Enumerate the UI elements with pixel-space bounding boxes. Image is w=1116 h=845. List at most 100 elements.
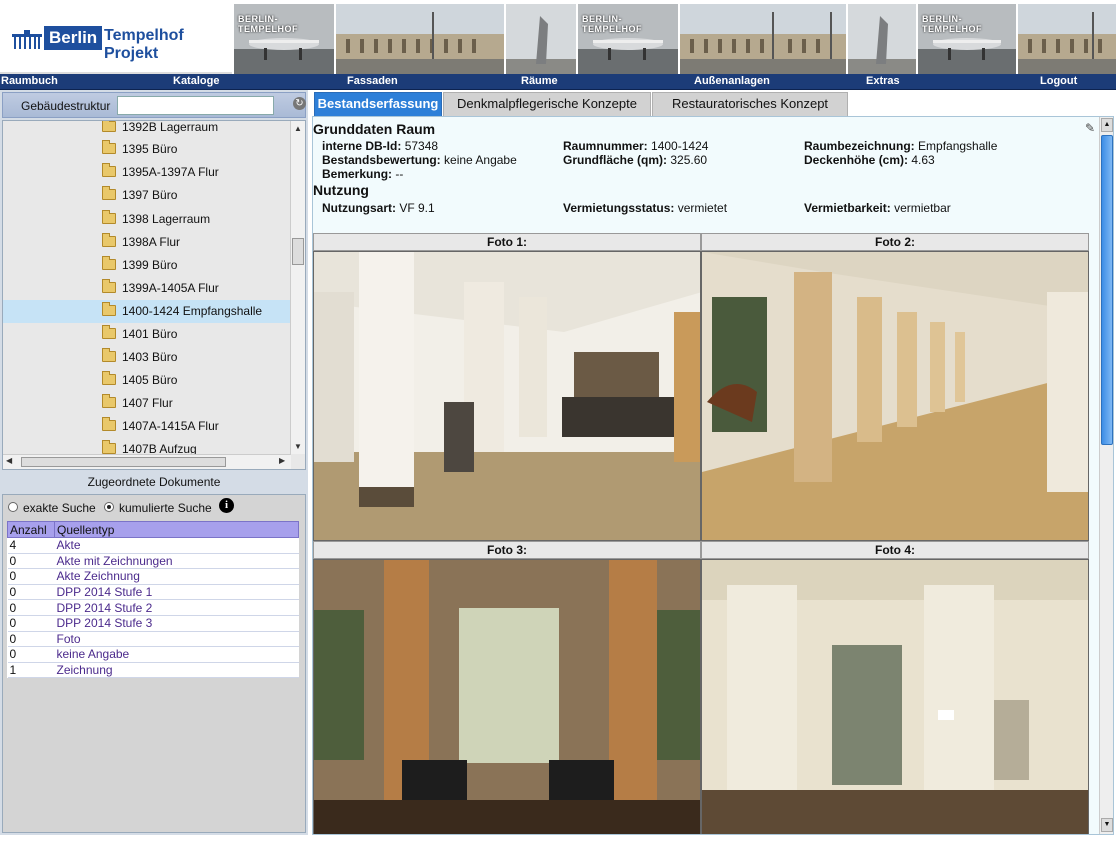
field-value: 4.63 bbox=[911, 153, 935, 167]
menu-extras[interactable]: Extras bbox=[866, 75, 900, 87]
field-label: Nutzungsart: bbox=[322, 201, 396, 215]
menu-kataloge[interactable]: Kataloge bbox=[173, 75, 219, 87]
scroll-up-icon[interactable]: ▲ bbox=[294, 124, 302, 133]
col-header-anzahl[interactable]: Anzahl bbox=[7, 521, 55, 538]
scroll-right-icon[interactable]: ▶ bbox=[279, 456, 285, 465]
photo-4-image[interactable] bbox=[701, 559, 1089, 834]
logo-berlin: Berlin bbox=[44, 26, 103, 50]
folder-icon bbox=[102, 163, 116, 177]
scroll-thumb[interactable] bbox=[1101, 135, 1113, 445]
field-bestandsbewertung: Bestandsbewertung: keine Angabe bbox=[322, 153, 517, 167]
tree-item-label: 1399A-1405A Flur bbox=[122, 281, 219, 295]
folder-icon bbox=[102, 302, 116, 316]
photo-2-image[interactable] bbox=[701, 251, 1089, 541]
scroll-thumb[interactable] bbox=[21, 457, 226, 467]
cell-type: DPP 2014 Stufe 3 bbox=[54, 615, 299, 632]
tree-item-label: 1400-1424 Empfangshalle bbox=[122, 304, 263, 318]
menu-raumbuch[interactable]: Raumbuch bbox=[1, 75, 58, 87]
tree-horizontal-scrollbar[interactable]: ◀ ▶ bbox=[3, 454, 291, 469]
field-grundflaeche: Grundfläche (qm): 325.60 bbox=[563, 153, 707, 167]
tab-denkmalpflegerische-konzepte[interactable]: Denkmalpflegerische Konzepte bbox=[443, 92, 651, 116]
tree-item-label: 1403 Büro bbox=[122, 350, 178, 364]
tree-vertical-scrollbar[interactable]: ▲ ▼ bbox=[290, 121, 305, 454]
documents-panel: exakte Suche kumulierte Suche i Anzahl Q… bbox=[2, 494, 306, 833]
radio-exact-label: exakte Suche bbox=[23, 501, 96, 515]
cell-type: Akte bbox=[54, 537, 299, 554]
field-vermietungsstatus: Vermietungsstatus: vermietet bbox=[563, 201, 727, 215]
radio-exact-search[interactable] bbox=[8, 502, 18, 512]
field-value: vermietbar bbox=[894, 201, 951, 215]
field-label: Bemerkung: bbox=[322, 167, 393, 181]
table-row[interactable]: 0 DPP 2014 Stufe 3 bbox=[7, 615, 299, 632]
tree-item[interactable]: 1405 Büro bbox=[3, 369, 291, 392]
field-vermietbarkeit: Vermietbarkeit: vermietbar bbox=[804, 201, 951, 215]
col-header-quellentyp[interactable]: Quellentyp bbox=[54, 521, 299, 538]
table-row[interactable]: 4 Akte bbox=[7, 537, 299, 554]
tree-header: Gebäudestruktur ↻ bbox=[2, 92, 306, 118]
scroll-up-icon[interactable]: ▲ bbox=[1101, 118, 1113, 132]
banner-monument-image bbox=[506, 4, 576, 74]
tree-item[interactable]: 1399 Büro bbox=[3, 254, 291, 277]
folder-icon bbox=[102, 417, 116, 431]
menu-logout[interactable]: Logout bbox=[1040, 75, 1077, 87]
tree-item[interactable]: 1395 Büro bbox=[3, 138, 291, 161]
tree-item-label: 1392B Lagerraum bbox=[122, 120, 219, 134]
table-row[interactable]: 0 keine Angabe bbox=[7, 646, 299, 663]
tab-restauratorisches-konzept[interactable]: Restauratorisches Konzept bbox=[652, 92, 848, 116]
tree-item[interactable]: 1401 Büro bbox=[3, 323, 291, 346]
refresh-icon[interactable]: ↻ bbox=[293, 97, 306, 110]
radio-cumulative-label: kumulierte Suche bbox=[119, 501, 212, 515]
menu-aussenanlagen[interactable]: Außenanlagen bbox=[694, 75, 770, 87]
field-nutzungsart: Nutzungsart: VF 9.1 bbox=[322, 201, 435, 215]
cell-type: Foto bbox=[54, 631, 299, 648]
folder-icon bbox=[102, 256, 116, 270]
radio-cumulative-search[interactable] bbox=[104, 502, 114, 512]
tree-item[interactable]: 1407A-1415A Flur bbox=[3, 415, 291, 438]
folder-icon bbox=[102, 140, 116, 154]
tree-item[interactable]: 1403 Büro bbox=[3, 346, 291, 369]
menu-fassaden[interactable]: Fassaden bbox=[347, 75, 398, 87]
cell-type: Akte mit Zeichnungen bbox=[54, 553, 299, 570]
edit-icon[interactable]: ✎ bbox=[1085, 121, 1095, 135]
menu-raeume[interactable]: Räume bbox=[521, 75, 558, 87]
tree-item[interactable]: 1398A Flur bbox=[3, 231, 291, 254]
content-vertical-scrollbar[interactable]: ▲ ▼ bbox=[1099, 117, 1113, 834]
info-icon[interactable]: i bbox=[219, 498, 234, 513]
scroll-thumb[interactable] bbox=[292, 238, 304, 265]
table-row[interactable]: 0 DPP 2014 Stufe 1 bbox=[7, 584, 299, 601]
scroll-down-icon[interactable]: ▼ bbox=[294, 442, 302, 451]
field-label: interne DB-Id: bbox=[322, 139, 402, 153]
cell-type: DPP 2014 Stufe 1 bbox=[54, 584, 299, 601]
tree-item[interactable]: 1407 Flur bbox=[3, 392, 291, 415]
building-tree[interactable]: 1392B Lagerraum 1395 Büro 1395A-1397A Fl… bbox=[2, 120, 306, 470]
tree-item-label: 1399 Büro bbox=[122, 258, 178, 272]
tree-item[interactable]: 1397 Büro bbox=[3, 184, 291, 207]
tree-item-label: 1398A Flur bbox=[122, 235, 181, 249]
folder-icon bbox=[102, 210, 116, 224]
table-row[interactable]: 0 Akte mit Zeichnungen bbox=[7, 553, 299, 570]
logo-title: Tempelhof Projekt bbox=[104, 27, 184, 62]
documents-table: Anzahl Quellentyp 4 Akte 0 Akte mit Zeichn… bbox=[7, 521, 299, 679]
tree-search-input[interactable] bbox=[117, 96, 274, 115]
cell-count: 0 bbox=[7, 568, 55, 585]
banner-building-image bbox=[336, 4, 504, 74]
tree-item-label: 1401 Büro bbox=[122, 327, 178, 341]
tree-item[interactable]: 1395A-1397A Flur bbox=[3, 161, 291, 184]
logo[interactable]: Berlin Tempelhof Projekt bbox=[0, 0, 232, 74]
scroll-left-icon[interactable]: ◀ bbox=[6, 456, 12, 465]
scroll-down-icon[interactable]: ▼ bbox=[1101, 818, 1113, 832]
table-row[interactable]: 0 DPP 2014 Stufe 2 bbox=[7, 599, 299, 616]
table-row[interactable]: 0 Foto bbox=[7, 631, 299, 648]
tab-bestandserfassung[interactable]: Bestandserfassung bbox=[314, 92, 442, 116]
tree-item[interactable]: 1392B Lagerraum bbox=[3, 120, 291, 139]
table-row[interactable]: 1 Zeichnung bbox=[7, 662, 299, 679]
photo-1-image[interactable] bbox=[313, 251, 701, 541]
banner-airplane-image-2: BERLIN-TEMPELHOF bbox=[578, 4, 678, 74]
photo-3-image[interactable] bbox=[313, 559, 701, 834]
cell-type: DPP 2014 Stufe 2 bbox=[54, 599, 299, 616]
banner-airplane-image: BERLIN-TEMPELHOF bbox=[234, 4, 334, 74]
table-row[interactable]: 0 Akte Zeichnung bbox=[7, 568, 299, 585]
tree-item-selected[interactable]: 1400-1424 Empfangshalle bbox=[3, 300, 291, 323]
tree-item[interactable]: 1399A-1405A Flur bbox=[3, 277, 291, 300]
tree-item[interactable]: 1398 Lagerraum bbox=[3, 208, 291, 231]
